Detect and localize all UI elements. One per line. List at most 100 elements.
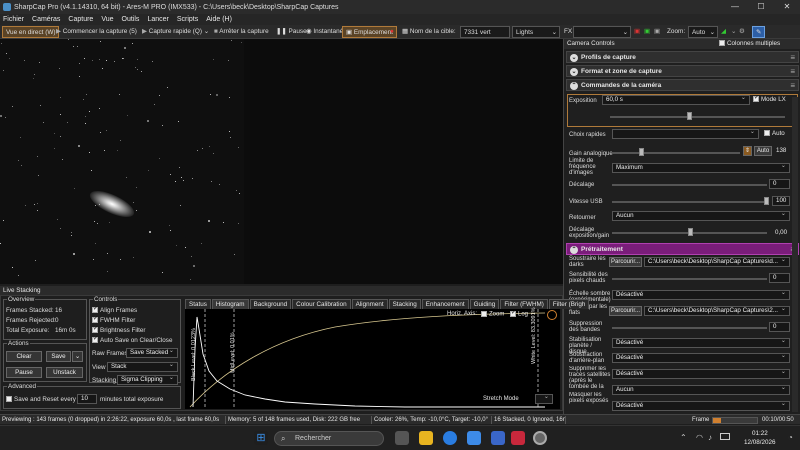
auto-exposure-checkbox[interactable] xyxy=(764,130,770,137)
taskbar-search-box[interactable]: ⌕ Rechercher xyxy=(274,431,384,446)
hamburger-icon[interactable]: ≡ xyxy=(790,66,795,77)
banding-slider[interactable] xyxy=(612,327,767,329)
section-format[interactable]: ⌄ Format et zone de capture ≡ xyxy=(566,65,799,77)
menu-capture[interactable]: Capture xyxy=(68,16,93,23)
quick-choice-select[interactable] xyxy=(612,129,759,139)
wifi-icon[interactable]: ◠ xyxy=(696,433,703,442)
usb-speed-knob[interactable] xyxy=(764,197,769,205)
flip-select[interactable]: Aucun xyxy=(612,211,790,221)
clear-button[interactable]: Clear xyxy=(6,351,42,362)
section-capture-profiles[interactable]: ⌄ Profils de capture ≡ xyxy=(566,51,799,63)
usb-speed-value[interactable]: 100 xyxy=(772,196,790,206)
snapshot-button[interactable]: ◉ Instantané xyxy=(306,26,343,38)
placement-button[interactable]: ▣ Emplacement xyxy=(342,26,397,38)
sharpcap-taskbar-icon[interactable] xyxy=(533,431,547,445)
menu-launch[interactable]: Lancer xyxy=(147,16,168,23)
flats-browse-button[interactable]: Parcourir... xyxy=(609,306,642,316)
exposure-select[interactable]: 60,0 s xyxy=(602,95,750,105)
fwhm-filter-toggle[interactable]: FWHM Filter xyxy=(92,315,135,324)
settings-icon[interactable]: ⚙ xyxy=(739,26,745,38)
offset-slider[interactable] xyxy=(612,184,767,186)
exposure-slider[interactable] xyxy=(610,116,785,118)
target-name-input[interactable]: 7331 vert xyxy=(460,26,510,38)
brightness-filter-checkbox[interactable] xyxy=(92,325,98,334)
hamburger-icon[interactable]: ≡ xyxy=(790,80,795,91)
histogram-icon[interactable]: ▣ xyxy=(634,26,640,38)
maximize-button[interactable]: ☐ xyxy=(748,0,774,14)
background-subtraction-select[interactable]: Désactivé xyxy=(612,353,790,363)
display-stretch-icon[interactable]: ◢ xyxy=(721,26,726,38)
brush-icon[interactable]: ✎ xyxy=(752,26,766,38)
align-frames-checkbox[interactable] xyxy=(92,305,98,314)
windows-start-icon[interactable]: ⊞ xyxy=(254,431,268,445)
menu-scripts[interactable]: Scripts xyxy=(177,16,198,23)
chevron-down-icon[interactable]: ⌄ xyxy=(570,68,578,76)
save-button[interactable]: Save xyxy=(46,351,71,362)
exp-gain-offset-knob[interactable] xyxy=(688,228,693,236)
reset-icon[interactable] xyxy=(547,310,557,320)
zoom-checkbox[interactable] xyxy=(481,311,487,317)
section-camera-controls[interactable]: ⌃ Commandes de la caméra ≡ xyxy=(566,79,799,91)
save-options-chevron-icon[interactable]: ⌄ xyxy=(72,351,83,362)
multicolumn-toggle[interactable]: Colonnes multiples xyxy=(719,39,780,49)
auto-exposure-toggle[interactable]: Auto xyxy=(764,130,785,137)
chevron-up-icon[interactable]: ⌃ xyxy=(570,246,578,254)
section-preprocessing[interactable]: ⌃Prétraitement≡ xyxy=(566,243,799,255)
stretch-mode-select[interactable] xyxy=(535,394,553,404)
tray-chevron-icon[interactable]: ⌃ xyxy=(680,433,687,442)
close-button[interactable]: ✕ xyxy=(774,0,800,14)
offset-value[interactable]: 0 xyxy=(769,179,790,189)
stacking-select[interactable]: Sigma Clipping xyxy=(117,375,178,385)
chevron-up-icon[interactable]: ⌃ xyxy=(570,82,578,90)
dropdown-icon[interactable]: ⌄ xyxy=(731,26,736,38)
log-checkbox[interactable] xyxy=(510,309,516,317)
hot-pixel-slider[interactable] xyxy=(612,278,767,280)
darks-path-select[interactable]: C:\Users\beck\Desktop\SharpCap Captures\… xyxy=(644,257,790,267)
tab-colour-calibration[interactable]: Colour Calibration xyxy=(292,299,351,309)
grid-icon[interactable]: ▣ xyxy=(654,26,660,38)
view-select[interactable]: Stack xyxy=(107,362,178,372)
image-viewport[interactable] xyxy=(0,39,563,284)
fwhm-filter-checkbox[interactable] xyxy=(92,315,98,324)
edge-browser-icon[interactable] xyxy=(443,431,457,445)
fx-select[interactable]: ⌄ xyxy=(573,26,631,38)
mask-pixels-select[interactable]: Aucun xyxy=(612,385,790,395)
align-frames-toggle[interactable]: Align Frames xyxy=(92,305,137,314)
gain-spinner[interactable]: ⇕ xyxy=(743,146,752,156)
gain-slider[interactable] xyxy=(612,152,740,154)
record-icon[interactable]: ● xyxy=(390,26,394,38)
frame-type-select[interactable]: Lights ⌄ xyxy=(512,26,560,38)
tab-enhancement[interactable]: Enhancement xyxy=(421,299,469,309)
tab-filter-fwhm[interactable]: Filter (FWHM) xyxy=(500,299,548,309)
tab-background[interactable]: Background xyxy=(249,299,292,309)
darks-browse-button[interactable]: Parcourir... xyxy=(609,257,642,267)
minimize-button[interactable]: — xyxy=(722,0,748,14)
battery-icon[interactable] xyxy=(720,433,730,440)
auto-save-toggle[interactable]: Auto Save on Clear/Close xyxy=(92,335,172,344)
file-explorer-icon[interactable] xyxy=(419,431,433,445)
pause-button[interactable]: ❚❚ Pause xyxy=(276,26,307,38)
tab-status[interactable]: Status xyxy=(185,299,211,309)
exposure-slider-knob[interactable] xyxy=(687,112,692,120)
gain-auto-button[interactable]: Auto xyxy=(754,146,772,156)
speaker-icon[interactable]: ♪ xyxy=(708,433,712,442)
zoom-toggle[interactable]: Zoom xyxy=(481,311,504,318)
tab-guiding[interactable]: Guiding xyxy=(469,299,500,309)
log-toggle[interactable]: Log xyxy=(510,309,528,318)
photos-icon[interactable] xyxy=(491,431,505,445)
hamburger-icon[interactable]: ≡ xyxy=(790,52,795,63)
tab-histogram[interactable]: Histogram xyxy=(211,299,249,309)
notification-bell-icon[interactable]: ◔ xyxy=(788,433,793,442)
exp-gain-offset-value[interactable]: 0,00 xyxy=(775,229,787,236)
tab-stacking[interactable]: Stacking xyxy=(388,299,421,309)
flats-path-select[interactable]: C:\Users\beck\Desktop\SharpCap Captures\… xyxy=(644,306,790,316)
menu-tools[interactable]: Outils xyxy=(122,16,140,23)
menu-file[interactable]: Fichier xyxy=(3,16,24,23)
tab-alignment[interactable]: Alignment xyxy=(351,299,388,309)
clock-time[interactable]: 01:22 xyxy=(752,430,768,437)
tab-filter-brightness[interactable]: Filter (Brigh xyxy=(548,299,590,309)
stabilization-select[interactable]: Désactivé xyxy=(612,338,790,348)
clock-date[interactable]: 12/08/2026 xyxy=(744,439,776,446)
menu-help[interactable]: Aide (H) xyxy=(206,16,232,23)
satellite-trails-select[interactable]: Désactivé xyxy=(612,369,790,379)
